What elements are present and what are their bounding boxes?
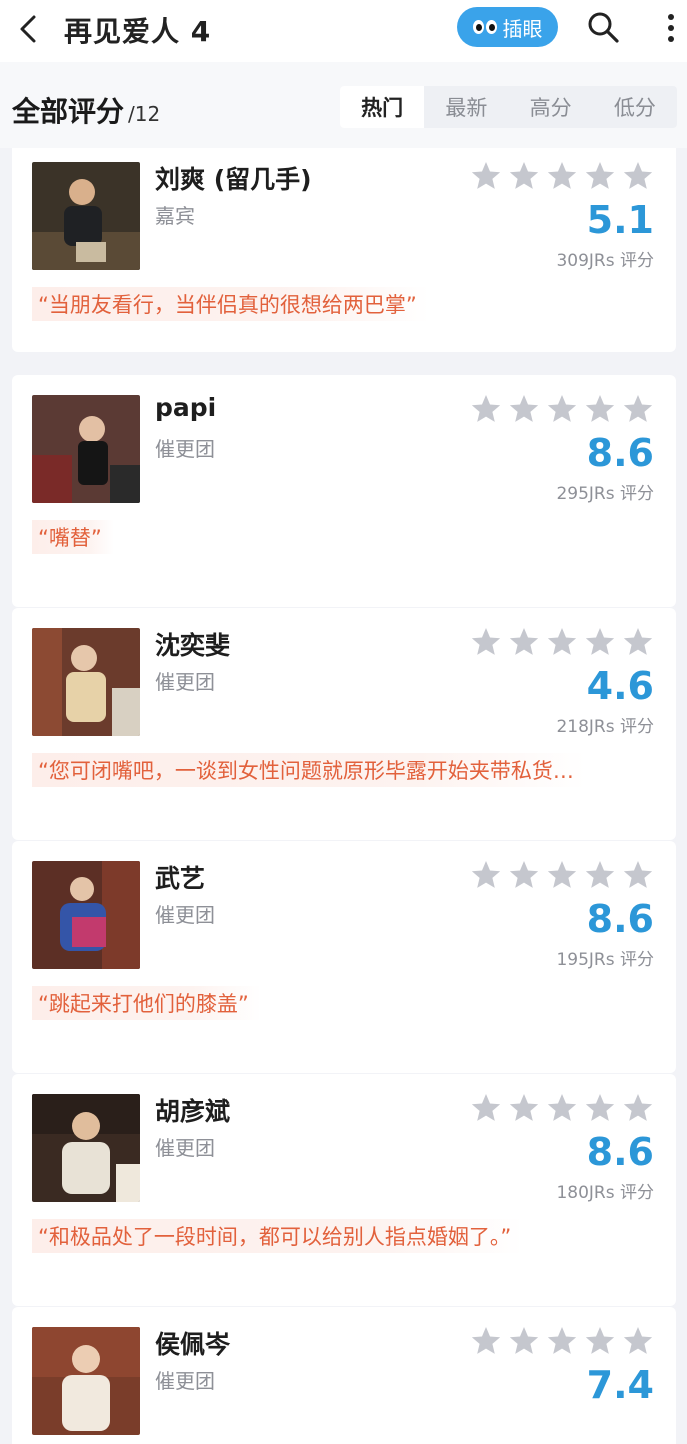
rating-card[interactable]: papi 催更团 8.6 295JRs 评分 “嘴替” [12,375,676,607]
avatar [32,395,140,503]
peek-button[interactable]: 插眼 [457,7,558,47]
tab-hot[interactable]: 热门 [340,86,425,128]
rating-card[interactable]: 沈奕斐 催更团 4.6 218JRs 评分 “您可闭嘴吧，一谈到女性问题就原形毕… [12,608,676,840]
top-bar: 再见爱人 4 插眼 [0,0,687,62]
star-icon[interactable] [546,160,578,192]
page-title: 再见爱人 4 [64,15,212,48]
eyes-icon [472,20,497,34]
score: 8.6 [586,431,654,475]
vote-count: 195JRs 评分 [556,950,654,970]
star-icon[interactable] [622,1092,654,1124]
rating-card[interactable]: 侯佩岑 催更团 7.4 [12,1307,676,1444]
person-role: 催更团 [155,437,215,461]
top-comment[interactable]: “跳起来打他们的膝盖” [32,986,261,1020]
star-rating[interactable] [470,859,654,891]
rating-card[interactable]: 武艺 催更团 8.6 195JRs 评分 “跳起来打他们的膝盖” [12,841,676,1073]
search-icon[interactable] [586,10,620,44]
person-role: 催更团 [155,1369,215,1393]
rating-card[interactable]: 刘爽 (留几手) 嘉宾 5.1 309JRs 评分 “当朋友看行，当伴侣真的很想… [12,148,676,352]
peek-button-label: 插眼 [502,16,543,41]
star-icon[interactable] [622,859,654,891]
section-title-text: 全部评分 [12,95,125,128]
star-icon[interactable] [622,626,654,658]
star-icon[interactable] [470,1092,502,1124]
star-icon[interactable] [584,859,616,891]
person-name: 刘爽 (留几手) [155,165,312,194]
star-icon[interactable] [508,859,540,891]
person-name: 侯佩岑 [155,1330,231,1359]
vote-count: 180JRs 评分 [556,1183,654,1203]
tab-latest[interactable]: 最新 [424,86,508,128]
star-icon[interactable] [546,626,578,658]
star-icon[interactable] [584,626,616,658]
star-rating[interactable] [470,1325,654,1357]
section-title: 全部评分/12 [12,90,160,130]
star-icon[interactable] [622,160,654,192]
star-icon[interactable] [470,160,502,192]
score: 8.6 [586,1130,654,1174]
rating-list: 刘爽 (留几手) 嘉宾 5.1 309JRs 评分 “当朋友看行，当伴侣真的很想… [0,148,687,1444]
star-icon[interactable] [622,393,654,425]
star-icon[interactable] [546,1092,578,1124]
star-rating[interactable] [470,393,654,425]
star-icon[interactable] [470,1325,502,1357]
star-rating[interactable] [470,1092,654,1124]
score: 5.1 [586,198,654,242]
star-icon[interactable] [508,393,540,425]
top-comment[interactable]: “嘴替” [32,520,114,554]
tab-high-score[interactable]: 高分 [509,86,593,128]
rating-card[interactable]: 胡彦斌 催更团 8.6 180JRs 评分 “和极品处了一段时间，都可以给别人指… [12,1074,676,1306]
person-name: 胡彦斌 [155,1097,231,1126]
top-comment[interactable]: “当朋友看行，当伴侣真的很想给两巴掌” [32,287,429,321]
star-icon[interactable] [584,393,616,425]
star-rating[interactable] [470,626,654,658]
vote-count: 309JRs 评分 [556,251,654,271]
star-icon[interactable] [470,859,502,891]
star-icon[interactable] [584,1092,616,1124]
more-icon[interactable] [660,12,682,44]
star-icon[interactable] [470,626,502,658]
top-comment[interactable]: “和极品处了一段时间，都可以给别人指点婚姻了。” [32,1219,524,1253]
star-icon[interactable] [546,1325,578,1357]
score: 8.6 [586,897,654,941]
section-header: 全部评分/12 热门 最新 高分 低分 [0,62,687,148]
avatar [32,1327,140,1435]
score: 4.6 [586,664,654,708]
person-role: 催更团 [155,1136,215,1160]
avatar [32,861,140,969]
top-comment[interactable]: “您可闭嘴吧，一谈到女性问题就原形毕露开始夹带私货… [32,753,586,787]
vote-count: 218JRs 评分 [556,717,654,737]
person-name: 沈奕斐 [155,631,231,660]
person-name: 武艺 [155,864,206,893]
star-icon[interactable] [584,1325,616,1357]
star-icon[interactable] [508,160,540,192]
person-name: papi [155,393,217,422]
star-icon[interactable] [622,1325,654,1357]
person-role: 催更团 [155,903,215,927]
star-icon[interactable] [546,859,578,891]
vote-count: 295JRs 评分 [556,484,654,504]
person-role: 催更团 [155,670,215,694]
avatar [32,162,140,270]
rating-count: /12 [128,102,161,126]
star-rating[interactable] [470,160,654,192]
avatar [32,1094,140,1202]
star-icon[interactable] [584,160,616,192]
tab-low-score[interactable]: 低分 [593,86,677,128]
person-role: 嘉宾 [155,204,195,228]
star-icon[interactable] [508,626,540,658]
star-icon[interactable] [546,393,578,425]
sort-tabs: 热门 最新 高分 低分 [340,86,677,128]
star-icon[interactable] [508,1325,540,1357]
avatar [32,628,140,736]
back-icon[interactable] [14,14,44,44]
score: 7.4 [586,1363,654,1407]
star-icon[interactable] [508,1092,540,1124]
star-icon[interactable] [470,393,502,425]
